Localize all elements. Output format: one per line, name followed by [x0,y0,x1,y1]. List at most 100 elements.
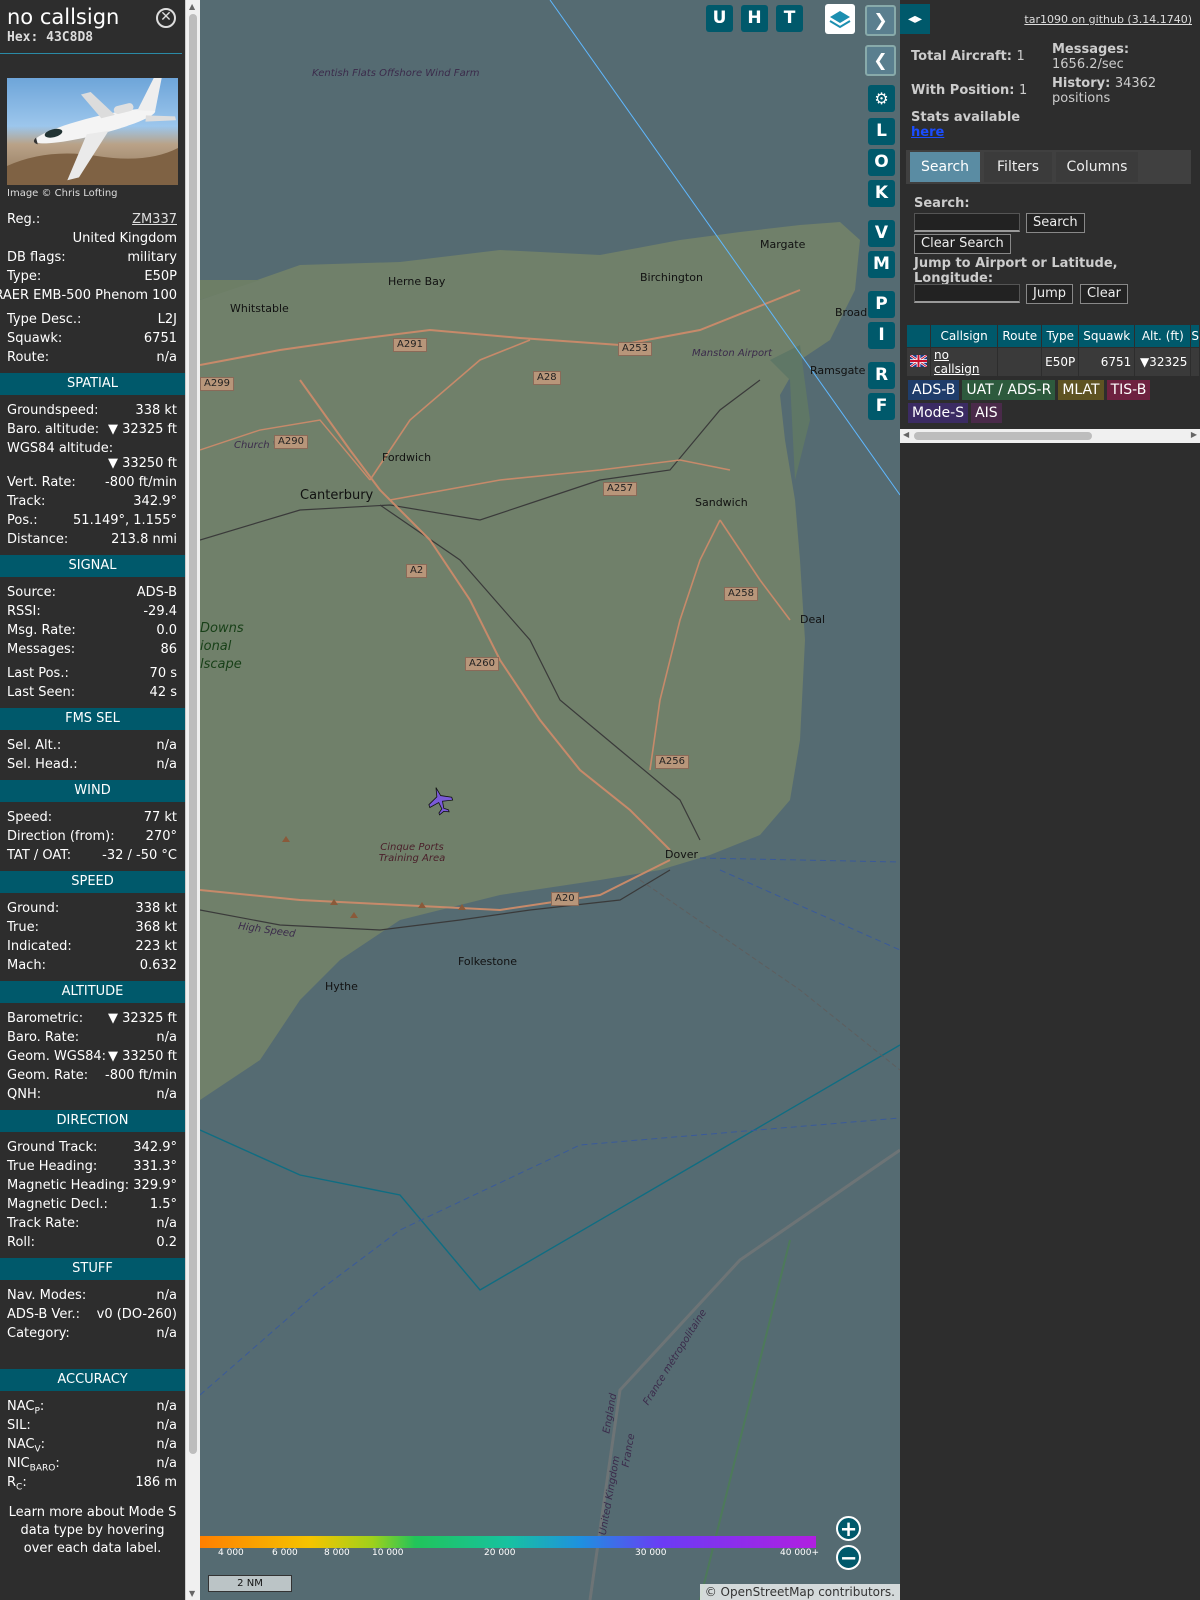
signal-label[interactable]: Msg. Rate: [7,621,76,640]
altitude-label[interactable]: Baro. Rate: [7,1028,79,1047]
version-link[interactable]: tar1090 on github (3.14.1740) [1024,13,1192,26]
table-row[interactable]: no callsign E50P 6751 ▼32325 [907,348,1199,376]
spatial-label[interactable]: Distance: [7,530,68,549]
map-button-m[interactable]: M [868,251,895,278]
registration-link[interactable]: ZM337 [132,212,177,227]
legend-uat[interactable]: UAT / ADS-R [962,380,1056,400]
map-button-v[interactable]: V [868,220,895,247]
altitude-label[interactable]: Geom. WGS84: [7,1047,106,1066]
map-button-t[interactable]: T [776,5,803,32]
map-button-h[interactable]: H [741,5,768,32]
accuracy-label[interactable]: NACV: [7,1435,45,1455]
zoom-out-icon[interactable]: − [836,1545,861,1570]
close-icon[interactable]: ✕ [156,8,176,28]
direction-label[interactable]: Roll: [7,1233,35,1252]
map-button-o[interactable]: O [868,149,895,176]
direction-label[interactable]: True Heading: [7,1157,97,1176]
settings-gear-icon[interactable]: ⚙ [868,85,895,112]
speed-label[interactable]: Indicated: [7,937,72,956]
map-button-u[interactable]: U [706,5,733,32]
direction-label[interactable]: Ground Track: [7,1138,97,1157]
stuff-label[interactable]: Category: [7,1324,70,1343]
signal-label[interactable]: Messages: [7,640,75,659]
accuracy-label[interactable]: NACP: [7,1397,44,1417]
expand-right-icon[interactable]: ❯ [865,5,896,36]
signal-label[interactable]: Last Seen: [7,683,75,702]
info-scrollbar[interactable]: ▲ ▼ [185,0,200,1600]
legend-adsb[interactable]: ADS-B [908,380,960,400]
altitude-label[interactable]: Geom. Rate: [7,1066,88,1085]
fms-label[interactable]: Sel. Head.: [7,755,78,774]
clear-search-button[interactable]: Clear Search [914,234,1011,254]
signal-label[interactable]: RSSI: [7,602,41,621]
scroll-up-icon[interactable]: ▲ [189,2,195,11]
jump-input[interactable] [914,284,1020,303]
stuff-label[interactable]: ADS-B Ver.: [7,1305,80,1324]
speed-label[interactable]: True: [7,918,39,937]
accuracy-label[interactable]: SIL: [7,1416,31,1435]
scroll-down-icon[interactable]: ▼ [189,1589,195,1598]
altitude-label[interactable]: QNH: [7,1085,41,1104]
direction-label[interactable]: Track Rate: [7,1214,79,1233]
scrollbar-thumb[interactable] [189,14,197,1454]
map-button-i[interactable]: I [868,322,895,349]
scroll-right-icon[interactable]: ▶ [1191,430,1197,439]
spatial-label[interactable]: Track: [7,492,45,511]
direction-label[interactable]: Magnetic Heading: [7,1176,129,1195]
direction-label[interactable]: Magnetic Decl.: [7,1195,108,1214]
stuff-label[interactable]: Nav. Modes: [7,1286,86,1305]
clear-jump-button[interactable]: Clear [1080,284,1128,304]
scroll-left-icon[interactable]: ◀ [903,430,909,439]
col-speed[interactable]: S [1191,325,1199,347]
row-callsign[interactable]: no callsign [934,348,979,376]
map-button-k[interactable]: K [868,180,895,207]
legend-mlat[interactable]: MLAT [1058,380,1104,400]
map-attribution[interactable]: © OpenStreetMap contributors. [699,1584,900,1600]
wind-label[interactable]: Direction (from): [7,827,115,846]
speed-label[interactable]: Mach: [7,956,46,975]
map-button-l[interactable]: L [868,118,895,145]
legend-ais[interactable]: AIS [971,403,1002,423]
col-route[interactable]: Route [998,325,1042,347]
spatial-label[interactable]: Groundspeed: [7,401,98,420]
search-input[interactable] [914,213,1020,232]
col-type[interactable]: Type [1042,325,1079,347]
aircraft-photo[interactable] [7,78,178,185]
search-button[interactable]: Search [1026,213,1085,233]
tab-filters[interactable]: Filters [984,152,1052,182]
accuracy-label[interactable]: RC: [7,1473,27,1493]
spatial-label[interactable]: Vert. Rate: [7,473,76,492]
legend-tisb[interactable]: TIS-B [1106,380,1151,400]
speed-label[interactable]: Ground: [7,899,59,918]
map-button-p[interactable]: P [868,291,895,318]
fms-label[interactable]: Sel. Alt.: [7,736,61,755]
hscroll-thumb[interactable] [914,432,1092,440]
accuracy-label[interactable]: NICBARO: [7,1454,60,1474]
tab-columns[interactable]: Columns [1056,152,1138,182]
legend-modes[interactable]: Mode-S [908,403,969,423]
tab-search[interactable]: Search [910,152,980,182]
col-squawk[interactable]: Squawk [1079,325,1135,347]
wind-label[interactable]: Speed: [7,808,52,827]
toggle-sidebar-icon[interactable]: ◂▸ [900,4,930,34]
spatial-label[interactable]: Baro. altitude: [7,420,99,439]
layers-icon[interactable] [825,4,855,34]
map-button-f[interactable]: F [868,393,895,420]
col-flag[interactable] [907,325,930,347]
spatial-label[interactable]: Pos.: [7,511,38,530]
map-view[interactable]: Kentish Flats Offshore Wind Farm Margate… [200,0,900,1600]
altitude-label[interactable]: Barometric: [7,1009,83,1028]
collapse-left-icon[interactable]: ❮ [865,45,896,76]
stats-link[interactable]: here [911,125,944,140]
signal-label[interactable]: Source: [7,583,56,602]
map-button-r[interactable]: R [868,362,895,389]
table-horizontal-scrollbar[interactable]: ◀ ▶ [900,429,1200,443]
wind-label[interactable]: TAT / OAT: [7,846,71,865]
signal-label[interactable]: Last Pos.: [7,664,69,683]
col-callsign[interactable]: Callsign [931,325,998,347]
spatial-label[interactable]: WGS84 altitude: [7,441,177,456]
dbflags-value: military [127,250,177,265]
jump-button[interactable]: Jump [1026,284,1073,304]
zoom-in-icon[interactable]: + [836,1516,861,1541]
col-altitude[interactable]: Alt. (ft) [1135,325,1191,347]
